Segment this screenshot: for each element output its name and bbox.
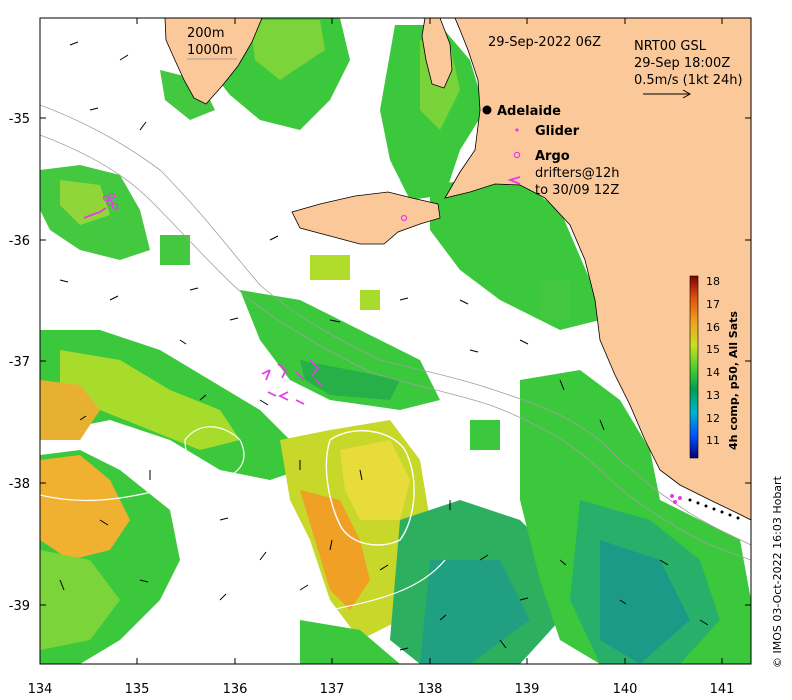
- sst-map: 134 135 136 137 138 139 140 141 -35 -36 …: [9, 17, 784, 697]
- colorbar-tick: 18: [706, 275, 720, 288]
- y-tick-label: -36: [9, 234, 30, 249]
- sst-patch: [470, 420, 500, 450]
- colorbar-gradient: [689, 275, 699, 459]
- x-tick-label: 136: [223, 682, 248, 697]
- adelaide-marker: [482, 105, 492, 115]
- x-tick-label: 134: [28, 682, 53, 697]
- x-tick-label: 139: [515, 682, 540, 697]
- y-axis-labels: -35 -36 -37 -38 -39: [9, 112, 30, 614]
- legend-glider: Glider: [535, 124, 580, 139]
- current-model-time: 29-Sep 18:00Z: [634, 56, 730, 71]
- colorbar-tick: 17: [706, 298, 720, 311]
- glider-marker: [515, 128, 519, 132]
- map-date: 29-Sep-2022 06Z: [488, 35, 601, 50]
- colorbar-tick: 16: [706, 321, 720, 334]
- y-tick-label: -39: [9, 599, 30, 614]
- current-scale-label: 0.5m/s (1kt 24h): [634, 73, 743, 88]
- colorbar-title: 4h comp, p50, All Sats: [727, 311, 740, 450]
- colorbar-tick: 14: [706, 366, 720, 379]
- x-axis-labels: 134 135 136 137 138 139 140 141: [28, 682, 735, 697]
- x-tick-label: 138: [418, 682, 443, 697]
- bathy-label-200m: 200m: [187, 26, 224, 41]
- colorbar-tick: 13: [706, 389, 720, 402]
- credit-text: © IMOS 03-Oct-2022 16:03 Hobart: [771, 475, 784, 668]
- sst-patch: [160, 235, 190, 265]
- legend-adelaide: Adelaide: [497, 104, 561, 119]
- colorbar-tick: 11: [706, 434, 720, 447]
- y-tick-label: -38: [9, 477, 30, 492]
- colorbar-tick: 12: [706, 412, 720, 425]
- x-tick-label: 140: [613, 682, 638, 697]
- colorbar-tick: 15: [706, 343, 720, 356]
- legend-drifters-line2: to 30/09 12Z: [535, 183, 619, 198]
- sst-patch: [310, 255, 350, 280]
- x-tick-label: 141: [710, 682, 735, 697]
- legend-argo: Argo: [535, 149, 570, 164]
- sst-patch: [360, 290, 380, 310]
- legend-drifters-line1: drifters@12h: [535, 166, 620, 181]
- y-tick-label: -37: [9, 355, 30, 370]
- x-tick-label: 135: [125, 682, 150, 697]
- x-tick-label: 137: [320, 682, 345, 697]
- sst-patch: [540, 280, 570, 320]
- y-tick-label: -35: [9, 112, 30, 127]
- current-model-title: NRT00 GSL: [634, 39, 707, 54]
- bathy-label-1000m: 1000m: [187, 43, 233, 58]
